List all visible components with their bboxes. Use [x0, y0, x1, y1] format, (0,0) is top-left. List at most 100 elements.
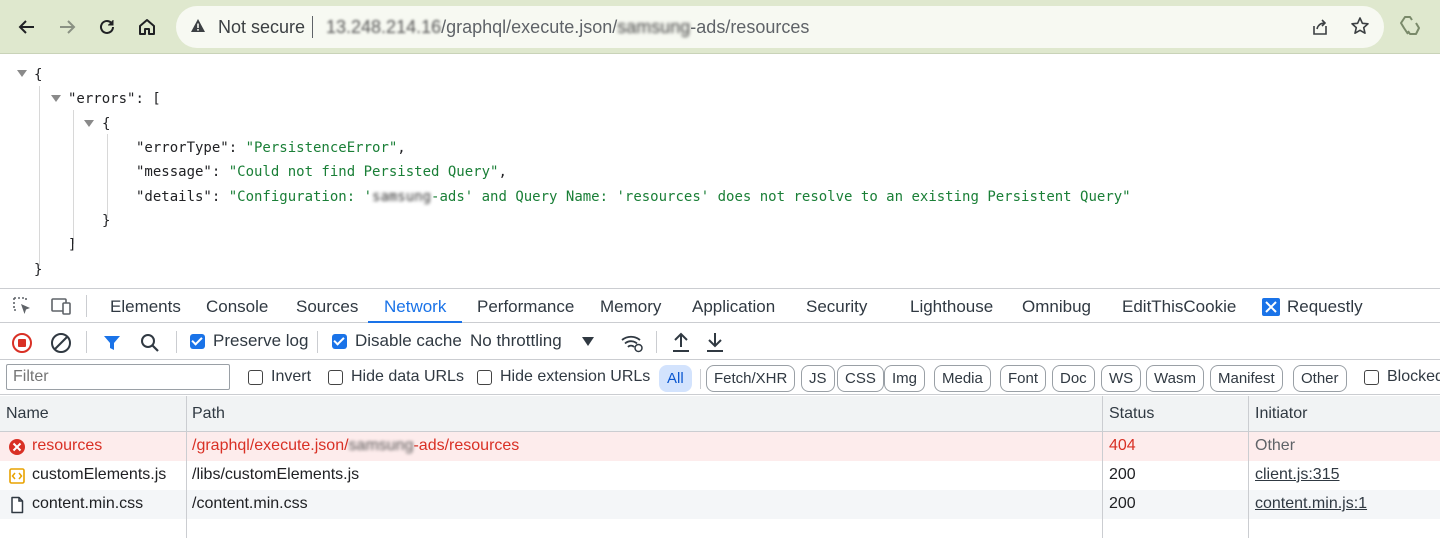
cell-path: /graphql/execute.json/samsung-ads/resour… — [192, 437, 519, 455]
table-header: Name Path Status Initiator — [0, 396, 1440, 432]
search-icon[interactable] — [140, 333, 160, 358]
filter-input[interactable] — [6, 364, 230, 390]
hide-data-urls-label: Hide data URLs — [351, 368, 464, 385]
column-divider[interactable] — [186, 396, 187, 538]
tab-lighthouse[interactable]: Lighthouse — [910, 297, 993, 317]
type-filter-doc[interactable]: Doc — [1052, 365, 1095, 392]
column-header-status[interactable]: Status — [1109, 405, 1154, 423]
checkbox-unchecked-icon[interactable] — [1364, 369, 1379, 385]
address-bar[interactable]: Not secure 13.248.214.16/graphql/execute… — [176, 6, 1384, 48]
json-array-close: ] — [68, 237, 77, 253]
column-divider[interactable] — [1102, 396, 1103, 538]
cell-name[interactable]: resources — [32, 437, 102, 455]
filter-icon[interactable] — [102, 333, 122, 358]
cell-initiator: Other — [1255, 437, 1296, 454]
cell-name[interactable]: content.min.css — [32, 495, 143, 513]
cell-name[interactable]: customElements.js — [32, 466, 166, 484]
type-filter-ws[interactable]: WS — [1101, 365, 1142, 392]
inspect-element-icon[interactable] — [12, 296, 34, 321]
blocked-label: Blocked — [1387, 368, 1440, 385]
tab-memory[interactable]: Memory — [600, 297, 661, 317]
requestly-icon — [1262, 298, 1280, 321]
reload-icon[interactable] — [90, 10, 124, 44]
tab-application[interactable]: Application — [692, 297, 775, 317]
column-header-initiator[interactable]: Initiator — [1255, 405, 1307, 423]
invert-checkbox[interactable]: Invert — [248, 368, 311, 386]
type-filter-media[interactable]: Media — [934, 365, 991, 392]
preserve-log-checkbox[interactable]: Preserve log — [190, 331, 308, 351]
forward-icon[interactable] — [50, 10, 84, 44]
url-text[interactable]: 13.248.214.16/graphql/execute.json/samsu… — [326, 17, 809, 38]
type-filter-fetch-xhr[interactable]: Fetch/XHR — [706, 365, 796, 392]
toolbar-divider — [317, 331, 318, 353]
disable-cache-label: Disable cache — [355, 331, 462, 350]
throttling-select[interactable]: No throttling — [470, 331, 594, 351]
cell-status: 404 — [1109, 437, 1136, 454]
tab-network[interactable]: Network — [384, 297, 446, 317]
json-errors-line: "errors": [ — [68, 90, 161, 108]
security-label[interactable]: Not secure — [218, 17, 305, 38]
json-value: "PersistenceError" — [245, 140, 398, 156]
table-row[interactable]: customElements.js /libs/customElements.j… — [0, 461, 1440, 490]
column-header-path[interactable]: Path — [192, 405, 225, 423]
stop-recording-icon[interactable] — [11, 332, 33, 359]
import-har-icon[interactable] — [671, 331, 691, 358]
clear-icon[interactable] — [50, 332, 72, 359]
type-filter-img[interactable]: Img — [884, 365, 926, 392]
json-value-post: -ads' and Query Name: 'resources' does n… — [431, 189, 1131, 205]
type-filter-all[interactable]: All — [659, 365, 692, 392]
tab-console[interactable]: Console — [206, 297, 268, 317]
cell-initiator-link[interactable]: client.js:315 — [1255, 466, 1340, 484]
error-icon — [8, 438, 26, 456]
checkbox-unchecked-icon[interactable] — [477, 369, 492, 385]
browser-toolbar: Not secure 13.248.214.16/graphql/execute… — [0, 0, 1440, 54]
collapse-triangle-icon[interactable] — [51, 95, 61, 102]
checkbox-unchecked-icon[interactable] — [328, 369, 343, 385]
type-filter-js[interactable]: JS — [801, 365, 835, 392]
table-row[interactable]: resources /graphql/execute.json/samsung-… — [0, 432, 1440, 461]
disable-cache-checkbox[interactable]: Disable cache — [332, 331, 462, 351]
network-conditions-icon[interactable] — [620, 333, 644, 358]
table-row[interactable]: content.min.css /content.min.css 200 con… — [0, 490, 1440, 519]
home-icon[interactable] — [130, 10, 164, 44]
checkbox-checked-icon[interactable] — [190, 333, 205, 349]
tab-elements[interactable]: Elements — [110, 297, 181, 317]
hide-data-urls-checkbox[interactable]: Hide data URLs — [328, 368, 464, 386]
tab-security[interactable]: Security — [806, 297, 867, 317]
devtools-panel: Elements Console Sources Network Perform… — [0, 288, 1440, 538]
json-line-details: "details": "Configuration: 'samsung-ads'… — [136, 189, 1131, 205]
tab-performance[interactable]: Performance — [477, 297, 574, 317]
hide-extension-urls-checkbox[interactable]: Hide extension URLs — [477, 368, 650, 386]
json-line-message: "message": "Could not find Persisted Que… — [136, 164, 507, 180]
throttling-value: No throttling — [470, 331, 562, 350]
tab-sources[interactable]: Sources — [296, 297, 358, 317]
collapse-triangle-icon[interactable] — [84, 120, 94, 127]
tab-requestly[interactable]: Requestly — [1287, 297, 1363, 317]
back-icon[interactable] — [10, 10, 44, 44]
share-icon[interactable] — [1310, 17, 1330, 42]
tab-omnibug[interactable]: Omnibug — [1022, 297, 1091, 317]
star-icon[interactable] — [1350, 16, 1370, 41]
type-filter-manifest[interactable]: Manifest — [1210, 365, 1283, 392]
cell-initiator-link[interactable]: content.min.js:1 — [1255, 495, 1367, 513]
column-divider[interactable] — [1248, 396, 1249, 538]
blocked-checkbox[interactable]: Blocked — [1364, 368, 1440, 386]
path-pre: /graphql/execute.json/ — [192, 437, 349, 454]
export-har-icon[interactable] — [705, 331, 725, 358]
warning-icon[interactable] — [190, 18, 206, 39]
type-filter-wasm[interactable]: Wasm — [1146, 365, 1204, 392]
column-header-name[interactable]: Name — [6, 405, 49, 423]
type-filter-other[interactable]: Other — [1293, 365, 1347, 392]
extension-icon[interactable] — [1398, 14, 1422, 43]
tab-editthiscookie[interactable]: EditThisCookie — [1122, 297, 1236, 317]
invert-label: Invert — [271, 368, 312, 385]
device-toolbar-icon[interactable] — [50, 296, 72, 321]
checkbox-checked-icon[interactable] — [332, 333, 347, 349]
json-key: "details" — [136, 189, 212, 205]
collapse-triangle-icon[interactable] — [17, 70, 27, 77]
type-filter-font[interactable]: Font — [1000, 365, 1047, 392]
type-filter-css[interactable]: CSS — [837, 365, 884, 392]
omnibox-separator — [312, 16, 313, 38]
checkbox-unchecked-icon[interactable] — [248, 369, 263, 385]
script-file-icon — [8, 467, 26, 485]
